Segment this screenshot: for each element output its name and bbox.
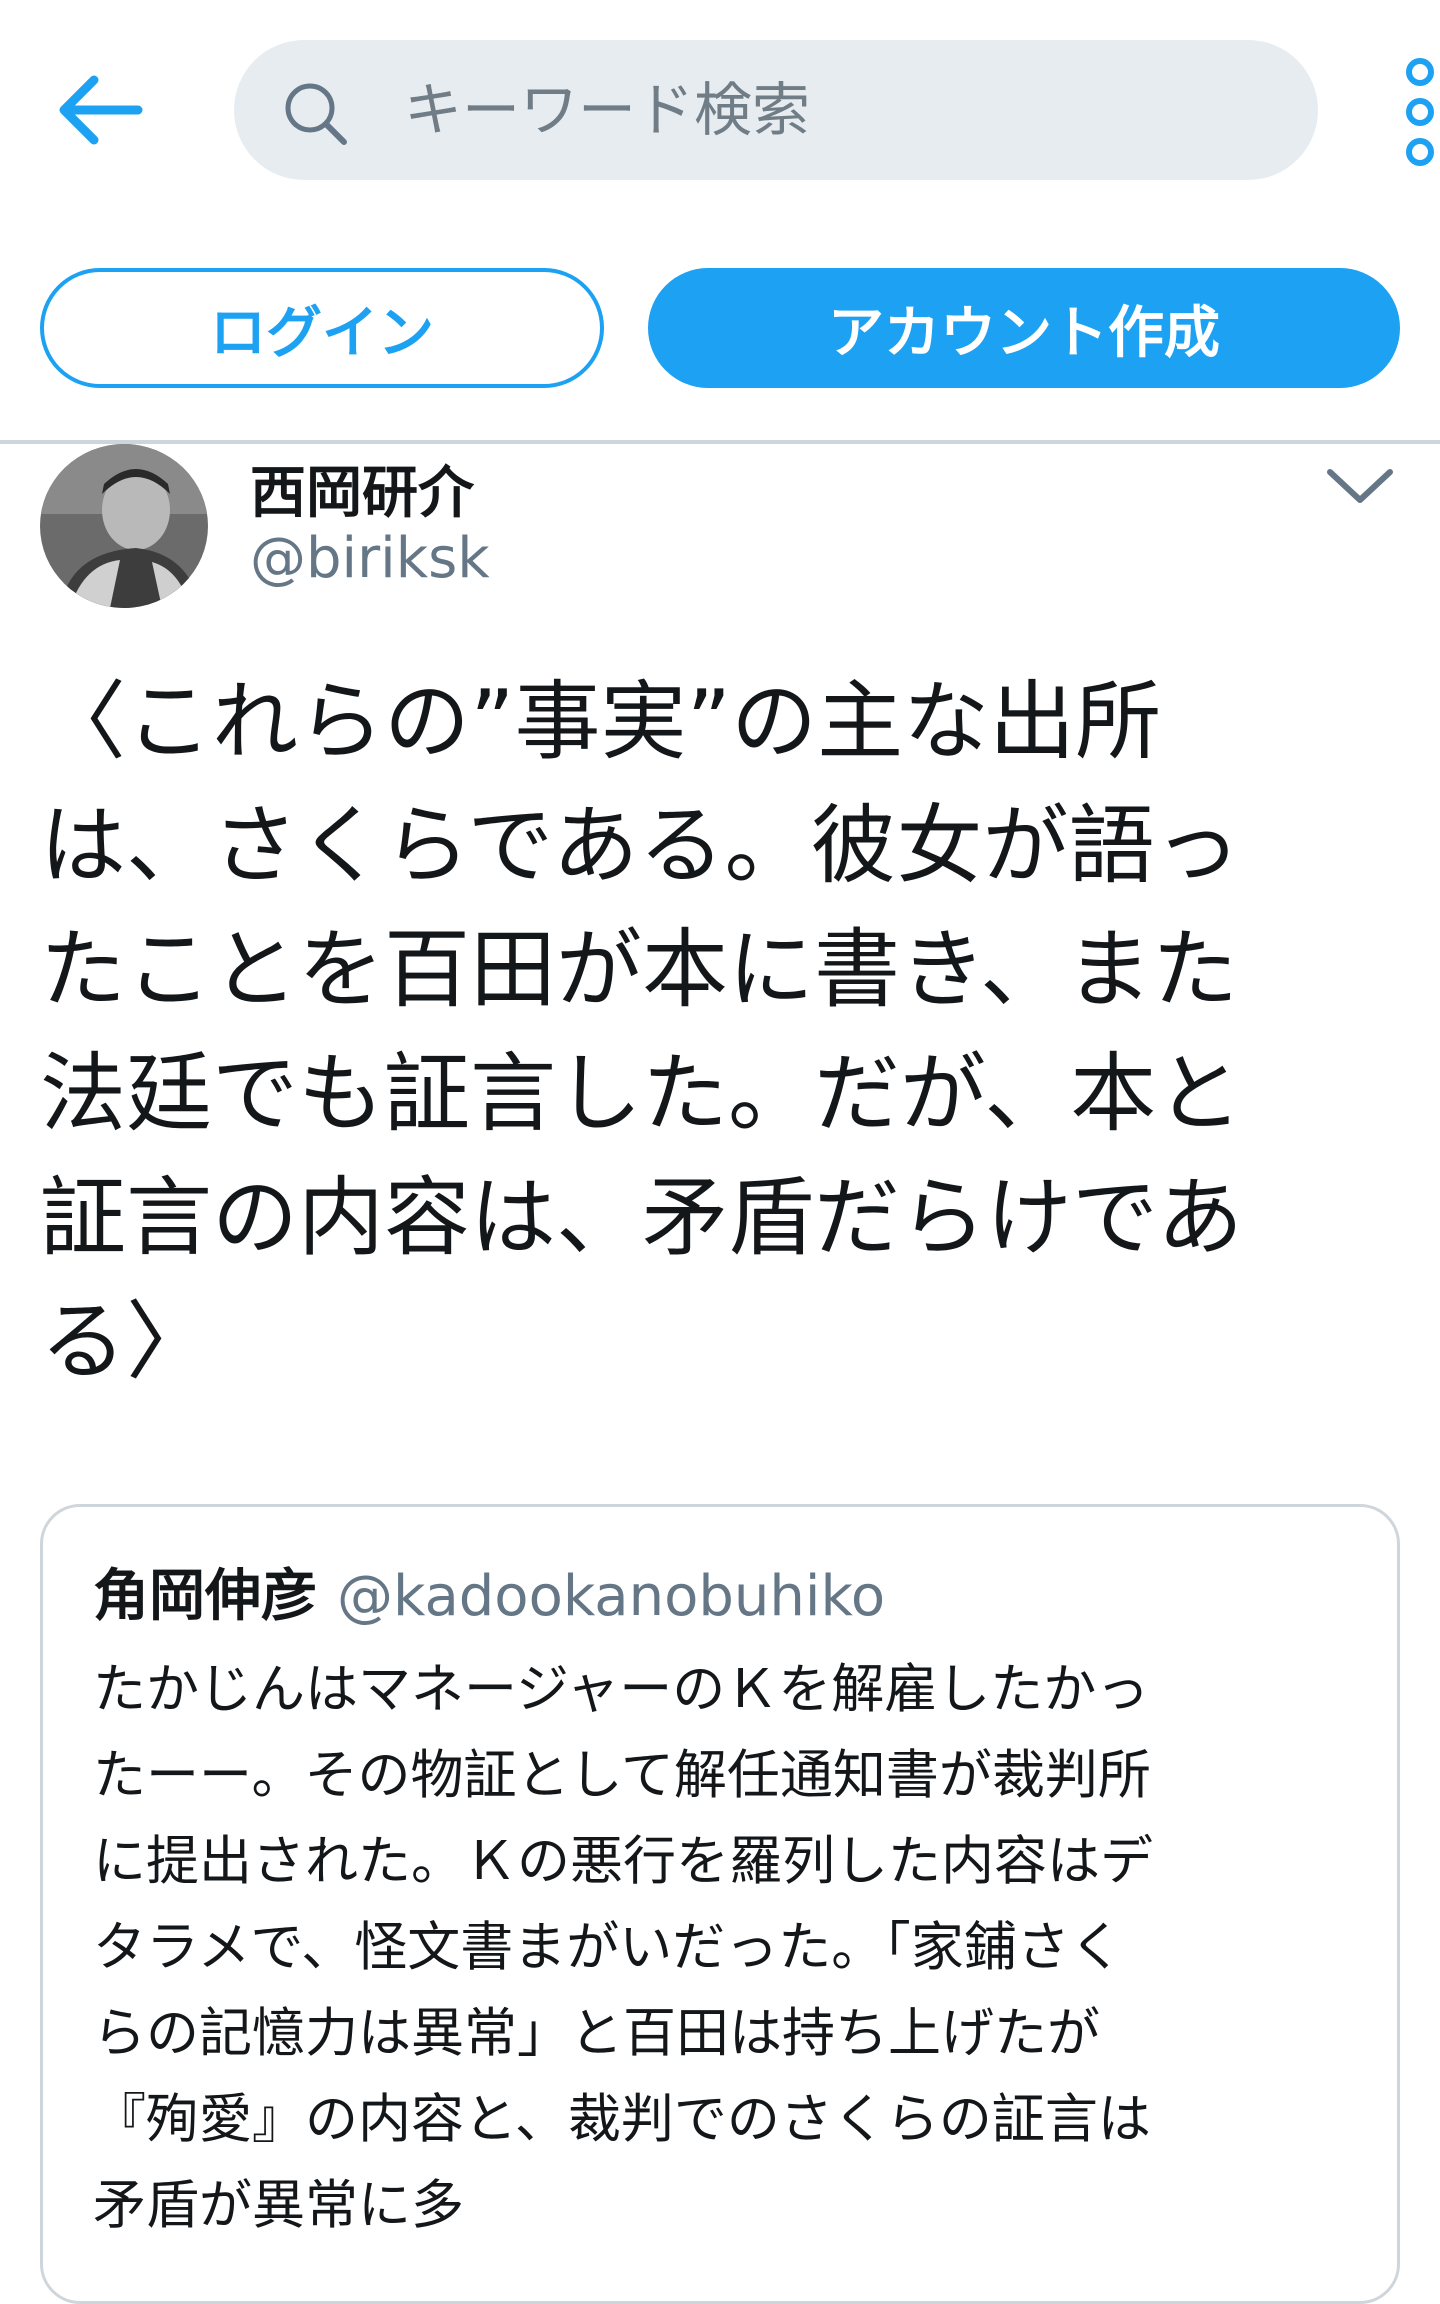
search-input[interactable] xyxy=(404,40,1284,180)
quoted-text-line: たかじんはマネージャーのＫを解雇したかっ xyxy=(93,1659,1150,1720)
quoted-tweet-card[interactable]: 角岡伸彦 @kadookanobuhiko たかじんはマネージャーのＫを解雇したか… xyxy=(40,1504,1400,2304)
quoted-tweet-text: たかじんはマネージャーのＫを解雇したかっ たーー。その物証として解任通知書が裁判… xyxy=(93,1647,1383,2249)
tweet-text: 〈これらの”事実”の主な出所 は、さくらである。彼女が語っ たことを百田が本に書… xyxy=(40,660,1410,1404)
search-bar[interactable] xyxy=(234,40,1318,180)
tweet-text-line: る〉 xyxy=(40,1292,212,1392)
quoted-text-line: に提出された。Ｋの悪行を羅列した内容はデ xyxy=(93,1831,1153,1892)
search-icon xyxy=(285,83,347,145)
quoted-author-name: 角岡伸彦 xyxy=(93,1564,317,1629)
tweet-text-line: は、さくらである。彼女が語っ xyxy=(40,796,1241,896)
quoted-text-line: らの記憶力は異常」と百田は持ち上げたが xyxy=(93,2003,1100,2064)
chevron-down-icon xyxy=(1327,469,1393,503)
tweet-text-line: 証言の内容は、矛盾だらけであ xyxy=(40,1168,1244,1268)
tweet-text-line: 法廷でも証言した。だが、本と xyxy=(40,1044,1243,1144)
tweet-text-line: たことを百田が本に書き、また xyxy=(40,920,1238,1020)
top-bar xyxy=(0,0,1440,220)
quoted-text-line: タラメで、怪文書まがいだった。「家鋪さく xyxy=(93,1917,1123,1978)
avatar[interactable] xyxy=(40,444,208,608)
signup-button[interactable]: アカウント作成 xyxy=(648,268,1400,388)
tweet-text-line: 〈これらの”事実”の主な出所 xyxy=(40,672,1162,772)
auth-buttons: ログイン アカウント作成 xyxy=(0,268,1440,392)
more-options-button[interactable] xyxy=(1398,54,1440,174)
tweet-header: 西岡研介 @biriksk xyxy=(0,444,1440,614)
back-button[interactable] xyxy=(50,60,150,160)
login-button[interactable]: ログイン xyxy=(40,268,604,388)
author-handle[interactable]: @biriksk xyxy=(250,526,490,591)
quoted-text-line: 矛盾が異常に多 xyxy=(93,2175,464,2236)
quoted-author-handle: @kadookanobuhiko xyxy=(337,1564,886,1629)
quoted-text-line: 『殉愛』の内容と、裁判でのさくらの証言は xyxy=(93,2089,1151,2150)
tweet-menu-button[interactable] xyxy=(1322,456,1398,516)
author-display-name[interactable]: 西岡研介 xyxy=(250,448,474,529)
arrow-left-icon xyxy=(59,75,143,145)
more-vertical-icon xyxy=(1406,58,1434,166)
avatar-photo-icon xyxy=(40,444,208,608)
quoted-text-line: たーー。その物証として解任通知書が裁判所 xyxy=(93,1745,1151,1806)
quoted-tweet-header: 角岡伸彦 @kadookanobuhiko xyxy=(93,1551,885,1632)
